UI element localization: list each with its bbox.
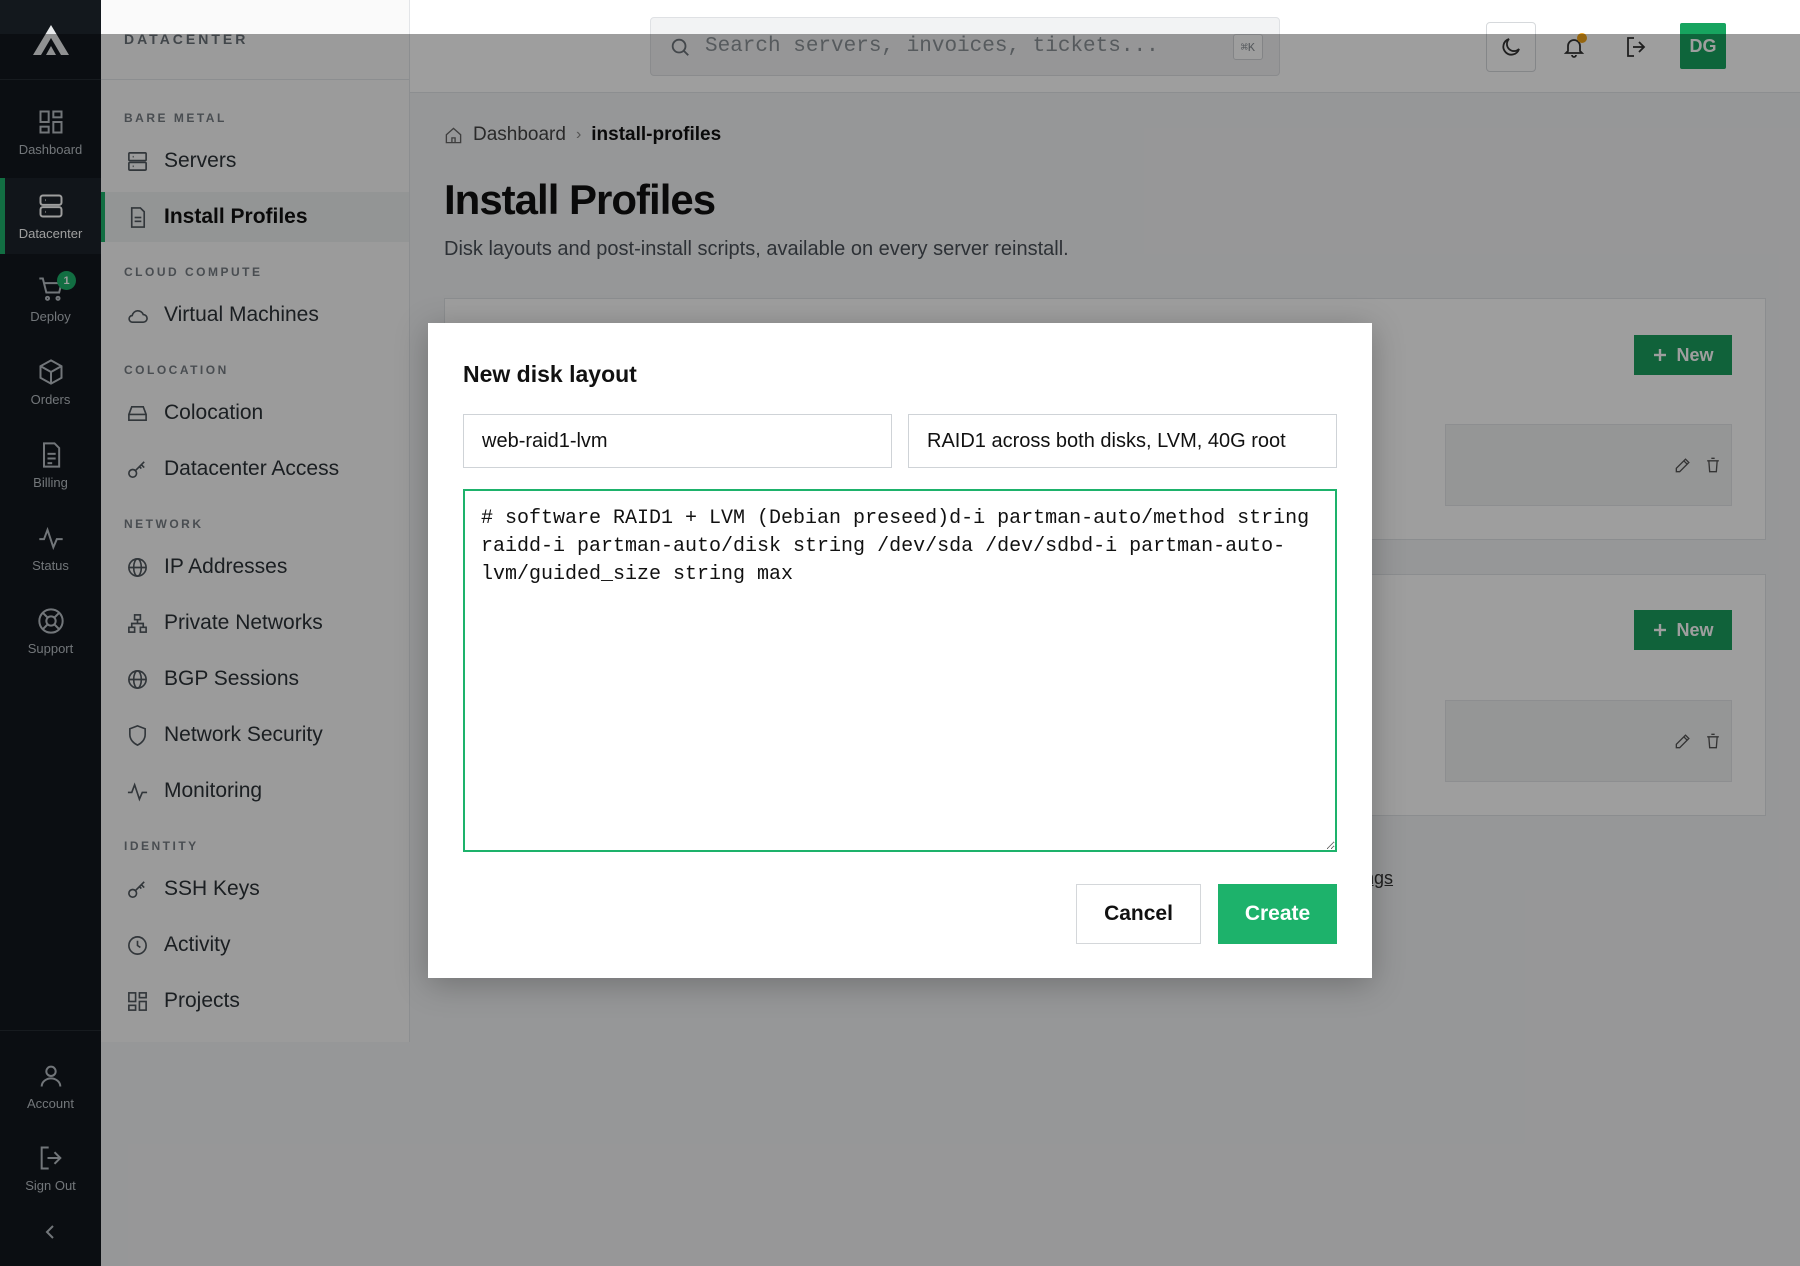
layout-name-input[interactable] xyxy=(463,414,892,468)
dialog-title: New disk layout xyxy=(463,361,637,387)
layout-description-input[interactable] xyxy=(908,414,1337,468)
create-button[interactable]: Create xyxy=(1218,884,1337,944)
new-disk-layout-dialog: New disk layout # software RAID1 + LVM (… xyxy=(428,323,1372,978)
layout-content-textarea[interactable]: # software RAID1 + LVM (Debian preseed)d… xyxy=(463,489,1337,852)
cancel-button[interactable]: Cancel xyxy=(1076,884,1201,944)
